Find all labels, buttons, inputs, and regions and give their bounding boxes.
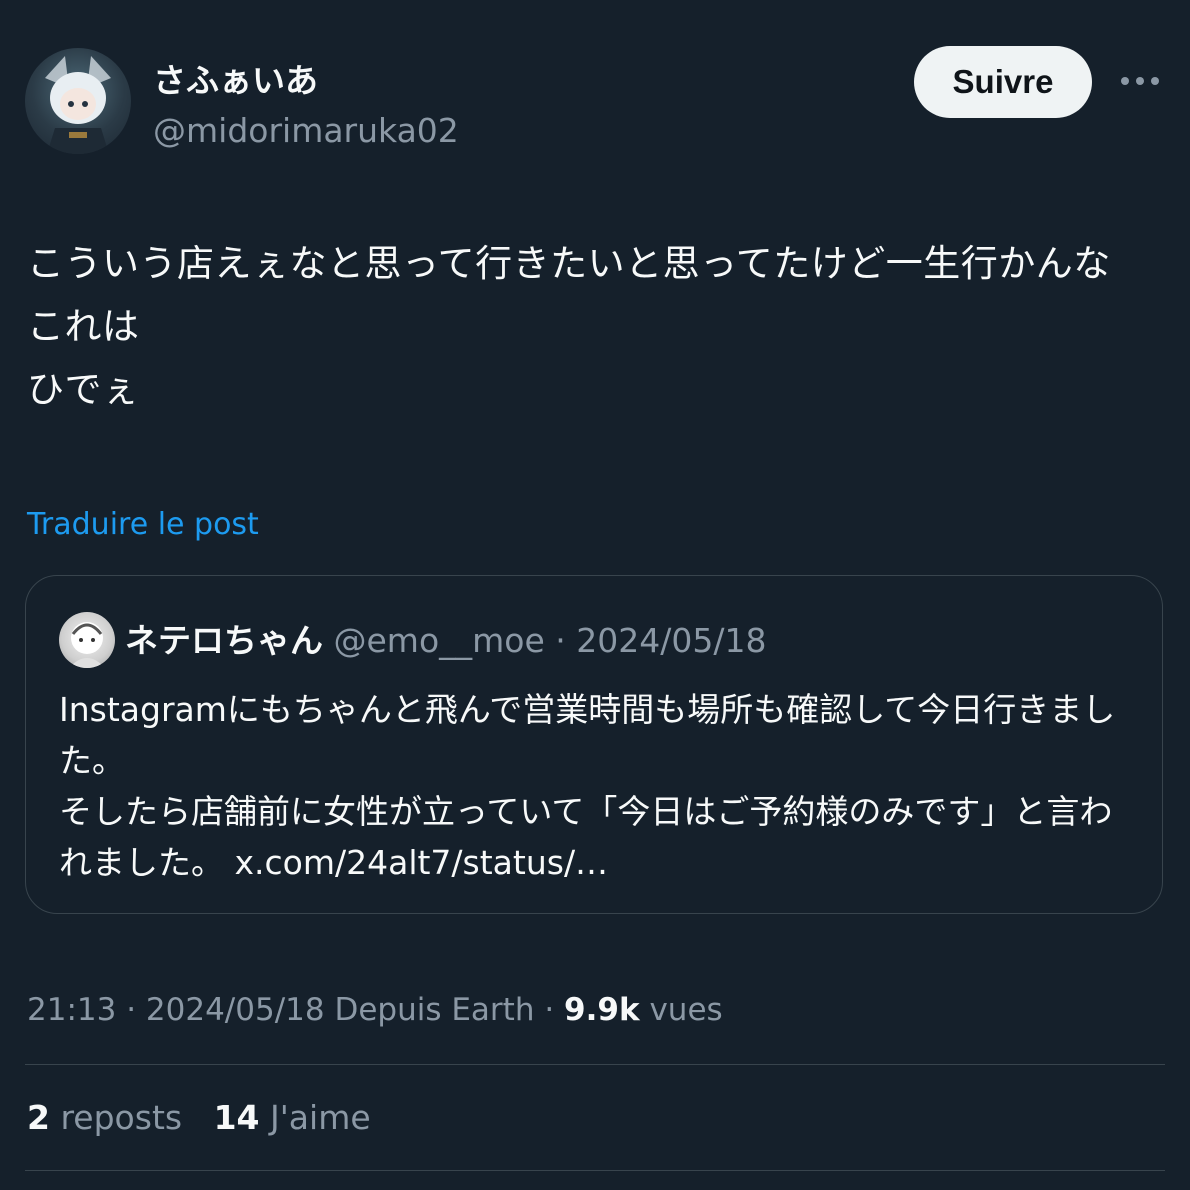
quote-text: Instagramにもちゃんと飛んで営業時間も場所も確認して今日行きました。 そ… [59,690,1116,882]
reposts-count: 2 [27,1098,50,1137]
avatar-illustration [45,56,111,154]
quoted-post-card[interactable]: ネテロちゃん @emo__moe · 2024/05/18 Instagramに… [25,575,1163,914]
post-time[interactable]: 21:13 [27,992,116,1028]
post-meta: 21:13 · 2024/05/18 Depuis Earth · 9.9k v… [27,987,723,1033]
post-date[interactable]: 2024/05/18 [146,992,325,1028]
quote-date: 2024/05/18 [576,621,767,660]
divider [25,1064,1165,1065]
reposts-label: reposts [60,1098,183,1137]
quote-header: ネテロちゃん @emo__moe · 2024/05/18 [125,618,766,664]
views-count: 9.9k [564,992,640,1028]
quote-author-name: ネテロちゃん [125,621,323,660]
meta-separator: · [534,992,565,1028]
quote-author-handle: @emo__moe [333,621,545,660]
author-avatar[interactable] [25,48,131,154]
quote-avatar[interactable] [59,612,115,668]
quote-separator: · [544,621,577,660]
likes-stat[interactable]: 14 J'aime [214,1098,371,1137]
tweet: さふぁいあ @midorimaruka02 Suivre こういう店えぇなと思っ… [0,0,1190,1190]
more-horizontal-icon[interactable] [1118,66,1162,96]
views-label: vues [649,992,723,1028]
quote-avatar-illustration [69,622,105,668]
author-handle[interactable]: @midorimaruka02 [153,108,459,154]
author-name[interactable]: さふぁいあ [153,58,318,104]
likes-label: J'aime [270,1098,371,1137]
follow-button[interactable]: Suivre [914,46,1092,118]
translate-post-link[interactable]: Traduire le post [27,503,259,547]
post-source: Depuis Earth [334,992,535,1028]
likes-count: 14 [213,1098,260,1137]
divider [25,1170,1165,1171]
post-stats: 2 reposts 14 J'aime [27,1095,371,1141]
post-text: こういう店えぇなと思って行きたいと思ってたけど一生行かんな これは ひでぇ [27,242,1111,411]
meta-separator: · [116,992,146,1028]
reposts-stat[interactable]: 2 reposts [27,1098,182,1137]
